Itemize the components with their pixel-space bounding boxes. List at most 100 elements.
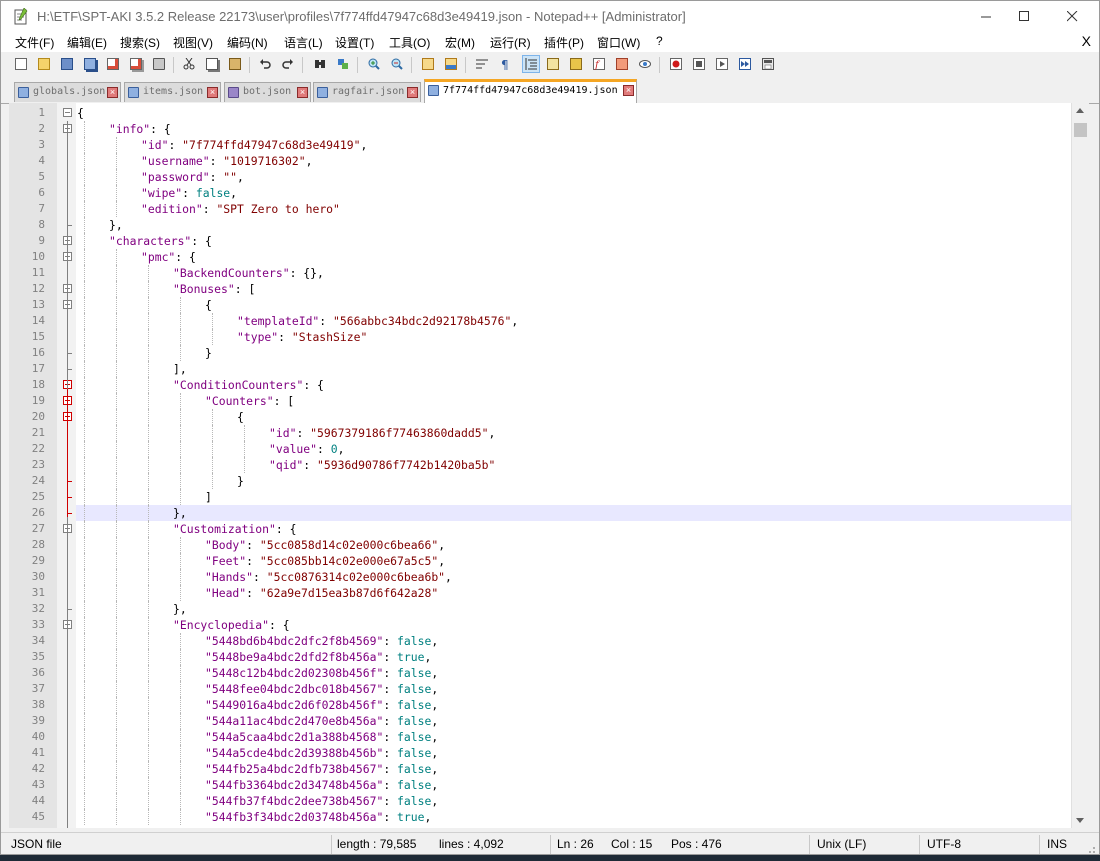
scroll-down-icon[interactable] — [1076, 818, 1084, 823]
menu-encoding[interactable]: 编码(N) — [227, 34, 268, 51]
menu-file[interactable]: 文件(F) — [15, 34, 54, 51]
code-line[interactable]: ] — [76, 489, 1071, 505]
menu-edit[interactable]: 编辑(E) — [67, 34, 107, 51]
replace-button[interactable] — [334, 55, 352, 73]
copy-button[interactable] — [203, 55, 221, 73]
tab-bot-json[interactable]: bot.json × — [224, 82, 311, 102]
document-map-button[interactable] — [567, 55, 585, 73]
folder-as-workspace-button[interactable] — [613, 55, 631, 73]
code-line[interactable]: { — [76, 409, 1071, 425]
close-window-button[interactable] — [1049, 1, 1095, 32]
tab-ragfair-json[interactable]: ragfair.json × — [313, 82, 421, 102]
code-line[interactable]: "544a11ac4bdc2d470e8b456a": false, — [76, 713, 1071, 729]
code-line[interactable]: "id": "5967379186f77463860dadd5", — [76, 425, 1071, 441]
close-button[interactable] — [104, 55, 122, 73]
menu-window[interactable]: 窗口(W) — [597, 34, 640, 51]
close-document-button[interactable]: X — [1082, 33, 1091, 49]
tab-close-icon[interactable]: × — [207, 87, 218, 98]
menu-search[interactable]: 搜索(S) — [120, 34, 160, 51]
code-line[interactable]: "username": "1019716302", — [76, 153, 1071, 169]
editor-area[interactable]: 1 2 3 4 5 6 7 8 9 10 11 12 13 14 15 16 17 18 19 20 21 22 23 24 2… — [9, 103, 1089, 828]
code-line[interactable]: { — [76, 105, 1071, 121]
scroll-up-icon[interactable] — [1076, 108, 1084, 113]
new-file-button[interactable] — [12, 55, 30, 73]
code-line[interactable]: "Counters": [ — [76, 393, 1071, 409]
monitoring-button[interactable] — [636, 55, 654, 73]
code-line[interactable]: "544fb25a4bdc2dfb738b4567": false, — [76, 761, 1071, 777]
save-button[interactable] — [58, 55, 76, 73]
cut-button[interactable] — [180, 55, 198, 73]
zoom-out-button[interactable] — [388, 55, 406, 73]
code-line[interactable]: "544a5caa4bdc2d1a388b4568": false, — [76, 729, 1071, 745]
menu-settings[interactable]: 设置(T) — [335, 34, 374, 51]
tab-profile-json[interactable]: 7f774ffd47947c68d3e49419.json × — [424, 79, 637, 103]
user-defined-language-button[interactable] — [544, 55, 562, 73]
save-all-button[interactable] — [81, 55, 99, 73]
code-line[interactable]: } — [76, 473, 1071, 489]
code-line[interactable]: "Head": "62a9e7d15ea3b87d6f642a28" — [76, 585, 1071, 601]
menu-view[interactable]: 视图(V) — [173, 34, 213, 51]
menu-help[interactable]: ? — [656, 34, 663, 48]
function-list-button[interactable]: f — [590, 55, 608, 73]
code-line[interactable]: "Hands": "5cc0876314c02e000c6bea6b", — [76, 569, 1071, 585]
code-line[interactable]: "5449016a4bdc2d6f028b456f": false, — [76, 697, 1071, 713]
scrollbar-thumb[interactable] — [1074, 123, 1087, 137]
code-line[interactable]: "info": { — [76, 121, 1071, 137]
resize-grip-icon[interactable] — [1086, 844, 1096, 854]
code-line[interactable]: "Body": "5cc0858d14c02e000c6bea66", — [76, 537, 1071, 553]
current-code-line[interactable]: }, — [76, 505, 1071, 521]
tab-close-icon[interactable]: × — [107, 87, 118, 98]
sync-horizontal-button[interactable] — [442, 55, 460, 73]
indent-guide-button[interactable] — [522, 55, 540, 73]
code-line[interactable]: "value": 0, — [76, 441, 1071, 457]
code-line[interactable]: "templateId": "566abbc34bdc2d92178b4576"… — [76, 313, 1071, 329]
code-line[interactable]: "pmc": { — [76, 249, 1071, 265]
code-line[interactable]: }, — [76, 601, 1071, 617]
code-line[interactable]: "544fb3364bdc2d34748b456a": false, — [76, 777, 1071, 793]
playback-macro-button[interactable] — [713, 55, 731, 73]
code-line[interactable]: "id": "7f774ffd47947c68d3e49419", — [76, 137, 1071, 153]
print-button[interactable] — [150, 55, 168, 73]
tab-close-icon[interactable]: × — [297, 87, 308, 98]
menu-run[interactable]: 运行(R) — [490, 34, 531, 51]
code-line[interactable]: "characters": { — [76, 233, 1071, 249]
word-wrap-button[interactable] — [473, 55, 491, 73]
tab-globals-json[interactable]: globals.json × — [14, 82, 121, 102]
fold-toggle-icon[interactable] — [63, 108, 72, 117]
find-button[interactable] — [311, 55, 329, 73]
undo-button[interactable] — [256, 55, 274, 73]
sync-vertical-button[interactable] — [419, 55, 437, 73]
menu-tools[interactable]: 工具(O) — [389, 34, 430, 51]
redo-button[interactable] — [279, 55, 297, 73]
record-macro-button[interactable] — [667, 55, 685, 73]
code-line[interactable]: "544fb37f4bdc2dee738b4567": false, — [76, 793, 1071, 809]
status-insert-mode[interactable]: INS — [1047, 837, 1067, 851]
status-eol[interactable]: Unix (LF) — [817, 837, 866, 851]
code-line[interactable]: "5448c12b4bdc2d02308b456f": false, — [76, 665, 1071, 681]
zoom-in-button[interactable] — [365, 55, 383, 73]
menu-language[interactable]: 语言(L) — [284, 34, 323, 51]
code-line[interactable]: "5448be9a4bdc2dfd2f8b456a": true, — [76, 649, 1071, 665]
code-line[interactable]: "BackendCounters": {}, — [76, 265, 1071, 281]
code-line[interactable]: "Encyclopedia": { — [76, 617, 1071, 633]
code-line[interactable]: "5448bd6b4bdc2dfc2f8b4569": false, — [76, 633, 1071, 649]
code-line[interactable]: "password": "", — [76, 169, 1071, 185]
code-line[interactable]: "type": "StashSize" — [76, 329, 1071, 345]
code-line[interactable]: "wipe": false, — [76, 185, 1071, 201]
code-line[interactable]: "Customization": { — [76, 521, 1071, 537]
maximize-button[interactable] — [1001, 1, 1047, 32]
menu-macro[interactable]: 宏(M) — [445, 34, 475, 51]
tab-items-json[interactable]: items.json × — [124, 82, 221, 102]
code-line[interactable]: "544fb3f34bdc2d03748b456a": true, — [76, 809, 1071, 825]
code-line[interactable]: ], — [76, 361, 1071, 377]
menu-plugins[interactable]: 插件(P) — [544, 34, 584, 51]
save-macro-button[interactable] — [759, 55, 777, 73]
code-view[interactable]: {"info": {"id": "7f774ffd47947c68d3e4941… — [76, 103, 1071, 828]
show-all-characters-button[interactable]: ¶ — [496, 55, 514, 73]
fold-margin[interactable] — [57, 103, 76, 828]
run-macro-multiple-button[interactable] — [736, 55, 754, 73]
open-file-button[interactable] — [35, 55, 53, 73]
code-line[interactable]: "edition": "SPT Zero to hero" — [76, 201, 1071, 217]
code-line[interactable]: "Bonuses": [ — [76, 281, 1071, 297]
code-line[interactable]: "Feet": "5cc085bb14c02e000e67a5c5", — [76, 553, 1071, 569]
